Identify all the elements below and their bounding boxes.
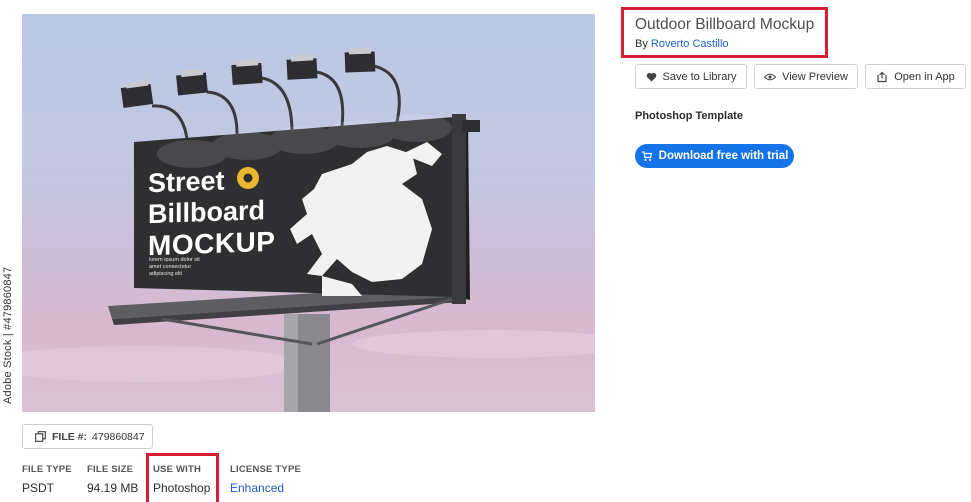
view-preview-label: View Preview	[782, 70, 848, 83]
save-to-library-label: Save to Library	[662, 70, 737, 83]
view-preview-button[interactable]: View Preview	[754, 64, 858, 89]
download-free-trial-button[interactable]: Download free with trial	[635, 144, 794, 168]
file-type-value: PSDT	[22, 481, 55, 495]
download-free-trial-label: Download free with trial	[658, 150, 789, 162]
billboard-line-1: Street	[148, 165, 225, 199]
asset-preview-image[interactable]: Street Billboard MOCKUP lorem ipsum dolo…	[22, 14, 595, 412]
billboard-small-text: lorem ipsum dolor sit amet consectetur a…	[149, 257, 200, 277]
license-type-info: LICENSE TYPE Enhanced	[230, 464, 301, 495]
file-size-value: 94.19 MB	[87, 481, 139, 495]
template-type-label: Photoshop Template	[635, 110, 743, 122]
file-size-label: FILE SIZE	[87, 464, 134, 475]
license-type-link[interactable]: Enhanced	[230, 481, 301, 495]
use-with-highlight-box	[146, 453, 219, 502]
open-external-icon	[877, 71, 887, 82]
file-number-value: 479860847	[92, 430, 145, 443]
file-size-info: FILE SIZE 94.19 MB	[87, 464, 138, 495]
billboard-illustration	[22, 47, 595, 412]
eye-icon	[764, 73, 777, 80]
author-link[interactable]: Roverto Castillo	[651, 38, 729, 50]
file-type-label: FILE TYPE	[22, 464, 72, 475]
byline-prefix: By	[635, 38, 648, 50]
license-type-label: LICENSE TYPE	[230, 464, 302, 475]
save-to-library-button[interactable]: Save to Library	[635, 64, 747, 89]
file-number-label: FILE #:	[52, 430, 88, 443]
billboard-line-3: MOCKUP	[148, 225, 276, 262]
file-type-info: FILE TYPE PSDT	[22, 464, 72, 495]
author-byline: By Roverto Castillo	[635, 38, 729, 50]
asset-title: Outdoor Billboard Mockup	[635, 16, 815, 33]
billboard-headline: Street Billboard MOCKUP	[148, 164, 276, 262]
heart-icon	[646, 72, 656, 82]
cart-download-icon	[641, 151, 652, 161]
file-number-chip[interactable]: FILE #: 479860847	[22, 424, 153, 449]
billboard-line-2: Billboard	[148, 195, 266, 230]
open-in-app-label: Open in App	[894, 70, 955, 83]
copy-icon	[34, 430, 47, 443]
stock-watermark: Adobe Stock | #479860847	[2, 266, 14, 404]
open-in-app-button[interactable]: Open in App	[865, 64, 966, 89]
